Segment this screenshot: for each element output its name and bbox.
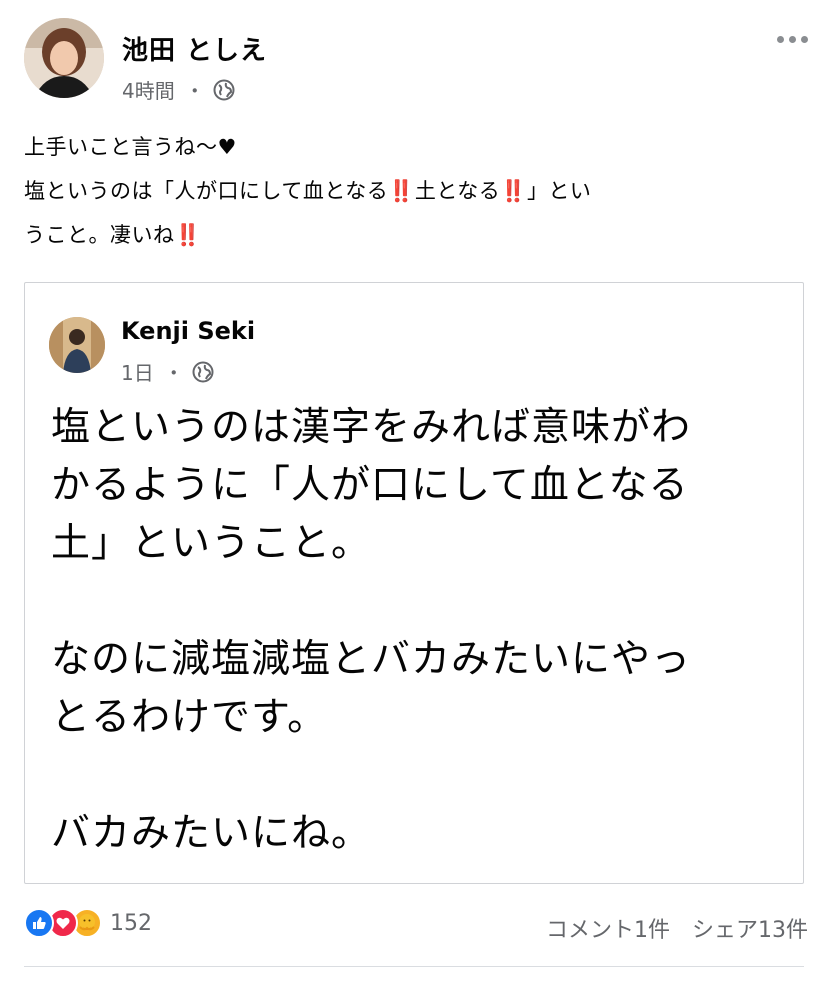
comment-count[interactable]: コメント1件 [546,912,670,944]
reaction-count: 152 [110,910,152,936]
meta-separator: ・ [184,79,205,103]
post-text-segment: 」とい [526,179,592,203]
post-text: 上手いこと言うね〜♥ 塩というのは「人が口にして血となる‼️土となる‼️」とい … [24,125,804,257]
more-dot [777,36,784,43]
shared-body-line: なのに減塩減塩とバカみたいにやっ [51,637,692,682]
post-header: 池田 としえ 4時間 ・ [24,18,808,108]
shared-post-time[interactable]: 1日 [121,357,154,386]
meta-separator: ・ [163,361,184,385]
shared-author-avatar[interactable] [49,317,105,373]
post-time[interactable]: 4時間 [122,75,175,104]
author-avatar[interactable] [24,18,104,98]
shared-body-line: 塩というのは漢字をみれば意味がわ [51,405,692,450]
reactions-summary[interactable]: 152 [24,908,152,938]
post-text-segment: うこと。凄いね [24,223,175,247]
shared-body-line: かるように「人が口にして血となる [51,463,689,508]
shared-post-meta: 1日 ・ [121,357,214,386]
post-text-line: 塩というのは「人が口にして血となる‼️土となる‼️」とい [24,169,804,213]
post-text-segment: 塩というのは「人が口にして血となる [24,179,389,203]
globe-icon [192,361,214,382]
like-icon [24,908,54,938]
engagement-counts: コメント1件 シェア13件 [546,912,808,944]
post-text-segment: 土となる [414,179,501,203]
post-text-segment: 上手いこと言うね〜♥ [24,135,237,159]
author-photo [24,18,104,98]
shared-author-name[interactable]: Kenji Seki [121,317,255,345]
globe-icon [213,79,235,100]
more-dot [801,36,808,43]
double-exclamation-icon: ‼️ [174,223,202,247]
post-footer: 152 コメント1件 シェア13件 [24,908,808,948]
author-name[interactable]: 池田 としえ [122,30,267,67]
shared-post-body: 塩というのは漢字をみれば意味がわ かるように「人が口にして血となる 土」というこ… [51,399,791,863]
shared-author-photo [49,317,105,373]
shared-post[interactable]: Kenji Seki 1日 ・ 塩というのは漢字をみれば意味がわ かるように「人… [24,282,804,884]
share-count[interactable]: シェア13件 [692,912,808,944]
shared-body-line: バカみたいにね。 [51,811,372,856]
shared-body-line: とるわけです。 [51,695,328,740]
post-meta: 4時間 ・ [122,75,235,104]
post-text-line: 上手いこと言うね〜♥ [24,125,804,169]
double-exclamation-icon: ‼️ [388,179,415,203]
footer-divider [24,966,804,967]
more-options-icon[interactable] [777,36,808,43]
shared-body-line: 土」ということ。 [51,521,372,566]
more-dot [789,36,796,43]
double-exclamation-icon: ‼️ [500,179,527,203]
post-text-line: うこと。凄いね‼️ [24,213,804,257]
